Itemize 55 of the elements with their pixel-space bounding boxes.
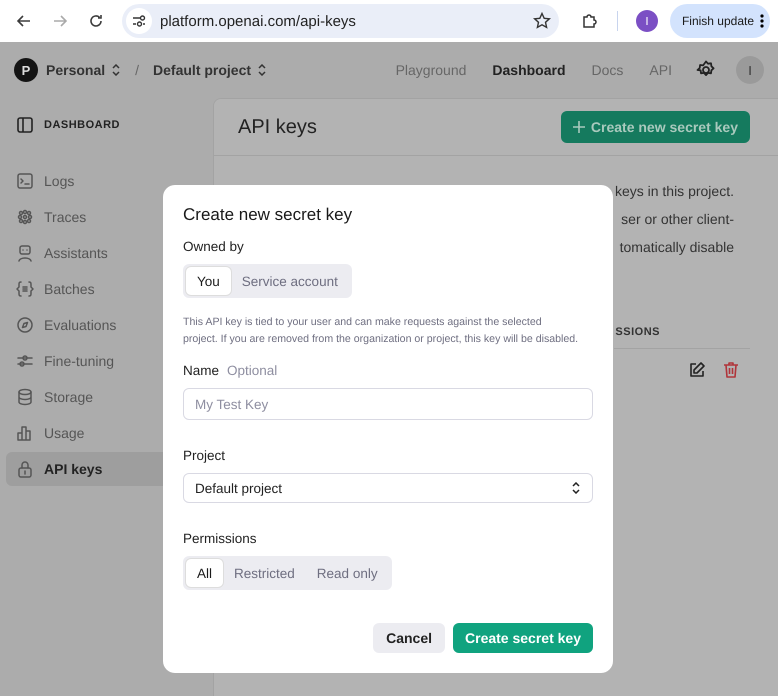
breadcrumb-separator: / bbox=[135, 62, 140, 78]
description-text: tomatically disable bbox=[620, 238, 734, 256]
user-avatar[interactable]: I bbox=[736, 56, 764, 84]
bar-chart-icon bbox=[16, 424, 34, 442]
dots-icon bbox=[16, 208, 34, 226]
description-text: keys in this project. bbox=[614, 182, 734, 200]
braces-icon bbox=[16, 280, 34, 298]
name-input[interactable]: My Test Key bbox=[183, 388, 593, 420]
sidebar-item[interactable]: Logs bbox=[6, 164, 207, 198]
org-selector[interactable]: Personal bbox=[46, 62, 122, 78]
owner-option[interactable]: Service account bbox=[230, 267, 349, 295]
robot-icon bbox=[16, 244, 34, 262]
chevron-updown-icon bbox=[257, 64, 268, 76]
site-settings-icon[interactable] bbox=[126, 8, 152, 34]
owner-option[interactable]: You bbox=[186, 267, 231, 295]
permission-option[interactable]: Restricted bbox=[223, 559, 306, 587]
field-label: Name bbox=[183, 363, 220, 378]
edit-icon[interactable] bbox=[688, 361, 706, 379]
nav-link[interactable]: Playground bbox=[390, 62, 472, 78]
compass-icon bbox=[16, 316, 34, 334]
cancel-button[interactable]: Cancel bbox=[373, 623, 446, 653]
optional-hint: Optional bbox=[227, 363, 278, 378]
sidebar-panel-icon[interactable] bbox=[16, 116, 34, 134]
nav-link[interactable]: Dashboard bbox=[486, 62, 572, 78]
project-selector[interactable]: Default project bbox=[153, 62, 268, 78]
puzzle-icon[interactable] bbox=[580, 12, 599, 30]
chevron-updown-icon bbox=[571, 482, 581, 494]
page-title: API keys bbox=[238, 116, 317, 138]
address-bar[interactable]: platform.openai.com/api-keys bbox=[122, 4, 559, 38]
description-text: ser or other client- bbox=[621, 210, 734, 228]
nav-link[interactable]: API bbox=[643, 62, 678, 78]
dialog-title: Create new secret key bbox=[183, 205, 354, 225]
create-key-button[interactable]: Create new secret key bbox=[560, 111, 750, 143]
column-header: SSIONS bbox=[615, 326, 660, 338]
more-icon[interactable] bbox=[760, 13, 764, 29]
nav-link[interactable]: Docs bbox=[586, 62, 630, 78]
update-button[interactable]: Finish update bbox=[670, 4, 770, 38]
field-label: Permissions bbox=[183, 531, 258, 546]
lock-icon bbox=[16, 460, 34, 478]
section-heading: DASHBOARD bbox=[44, 119, 120, 131]
trash-icon[interactable] bbox=[722, 361, 740, 379]
project-dropdown[interactable]: Default project bbox=[183, 473, 593, 503]
star-icon[interactable] bbox=[532, 12, 551, 30]
permission-option[interactable]: All bbox=[186, 559, 224, 587]
field-label: Owned by bbox=[183, 239, 245, 254]
plus-icon bbox=[572, 121, 585, 133]
chevron-updown-icon bbox=[111, 64, 122, 76]
org-avatar: P bbox=[14, 58, 38, 82]
permission-option[interactable]: Read only bbox=[306, 559, 389, 587]
database-icon bbox=[16, 388, 34, 406]
profile-avatar[interactable]: I bbox=[636, 10, 658, 32]
url-text: platform.openai.com/api-keys bbox=[160, 12, 357, 30]
help-text: This API key is tied to your user and can make requests against the selected project. If you are removed from the organization or project, this key will be disabled. bbox=[183, 315, 580, 346]
create-button[interactable]: Create secret key bbox=[453, 623, 593, 653]
terminal-icon bbox=[16, 172, 34, 190]
